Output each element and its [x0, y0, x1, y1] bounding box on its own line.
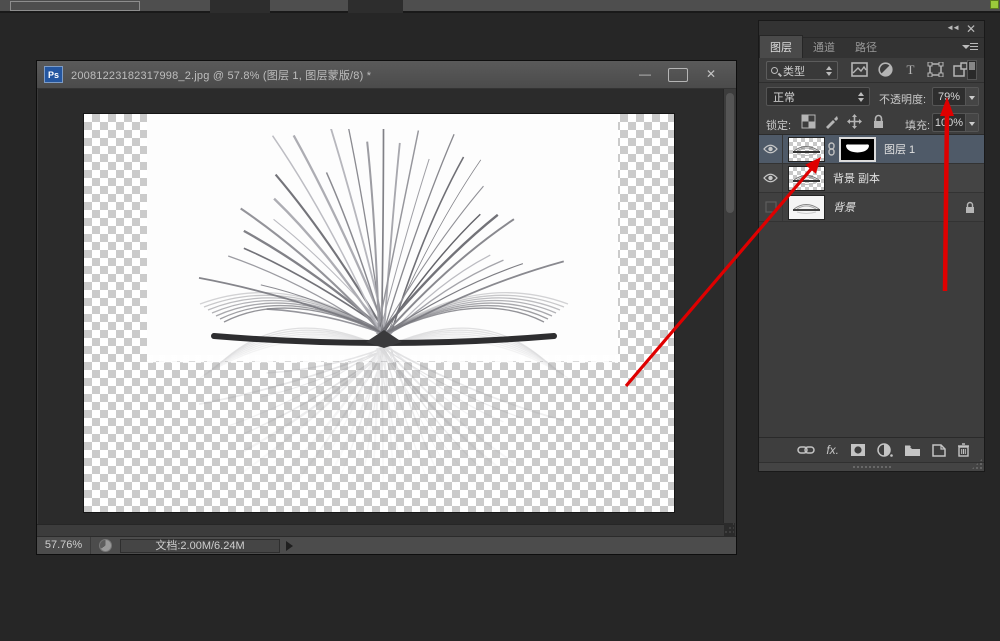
eye-icon [763, 144, 778, 154]
empty-visibility-icon [765, 201, 777, 213]
vertical-scrollbar[interactable] [723, 89, 735, 523]
mask-link-icon[interactable] [827, 142, 836, 156]
options-input-2[interactable] [348, 0, 403, 13]
status-clock-icon [99, 539, 112, 552]
lock-pixels-icon[interactable] [824, 114, 839, 129]
stepper-icon [826, 66, 833, 76]
collapse-to-icons-icon[interactable]: ◄◄ [946, 23, 958, 32]
layer-name[interactable]: 图层 1 [884, 141, 984, 157]
vertical-scrollbar-thumb[interactable] [726, 93, 734, 213]
search-icon [771, 67, 778, 74]
options-input-1[interactable] [210, 0, 270, 13]
layers-panel: ◄◄ ✕ 图层 通道 路径 类型 T 正常 [758, 20, 985, 472]
add-mask-icon[interactable] [850, 443, 866, 457]
layer-name[interactable]: 背景 副本 [833, 170, 984, 186]
blend-mode-value: 正常 [773, 89, 858, 105]
panel-resize-gutter[interactable] [759, 462, 984, 471]
blend-mode-row: 正常 不透明度: 79% [759, 83, 984, 109]
layers-panel-toolbar: fx. [759, 437, 984, 462]
panel-close-icon[interactable]: ✕ [966, 22, 976, 36]
lock-transparency-icon[interactable] [801, 114, 816, 129]
filter-type-label: 类型 [783, 63, 826, 79]
minimize-button[interactable]: — [632, 66, 658, 83]
layer-mask-thumbnail[interactable] [839, 137, 876, 162]
opacity-dropdown-icon[interactable] [965, 88, 978, 105]
layers-empty-area [759, 223, 984, 438]
blend-mode-dropdown[interactable]: 正常 [766, 87, 870, 106]
lock-all-icon[interactable] [871, 114, 886, 129]
visibility-toggle[interactable] [759, 164, 783, 192]
layer-row-layer1[interactable]: 图层 1 [759, 135, 984, 164]
panel-tabs: 图层 通道 路径 [759, 38, 984, 58]
link-layers-icon[interactable] [797, 445, 815, 455]
svg-text:T: T [907, 62, 915, 77]
photoshop-workspace: Ps 20081223182317998_2.jpg @ 57.8% (图层 1… [0, 0, 1000, 641]
visibility-toggle[interactable] [759, 193, 783, 221]
adjustment-layer-icon[interactable] [877, 443, 893, 457]
filter-type-dropdown[interactable]: 类型 [766, 61, 838, 80]
filter-shape-layers-icon[interactable] [927, 62, 944, 77]
new-layer-icon[interactable] [932, 444, 946, 457]
delete-layer-icon[interactable] [957, 443, 970, 457]
layer-row-background-copy[interactable]: 背景 副本 [759, 164, 984, 193]
gutter-grip-dots [852, 465, 892, 469]
layer-thumbnail[interactable] [788, 195, 825, 220]
tab-paths[interactable]: 路径 [845, 36, 887, 58]
document-status-bar: 57.76% 文档:2.00M/6.24M [37, 536, 736, 554]
document-window: Ps 20081223182317998_2.jpg @ 57.8% (图层 1… [36, 60, 737, 555]
fill-field[interactable]: 100% [932, 113, 979, 132]
eye-icon [763, 173, 778, 183]
lock-label: 锁定: [766, 117, 791, 133]
layer-thumbnail[interactable] [788, 137, 825, 162]
tab-layers[interactable]: 图层 [759, 35, 803, 58]
tab-channels[interactable]: 通道 [803, 36, 845, 58]
fill-dropdown-icon[interactable] [965, 114, 978, 131]
cursor-artifact [990, 0, 999, 9]
lock-row: 锁定: 填充: 100% [759, 109, 984, 135]
options-bar [0, 0, 1000, 13]
fill-value: 100% [933, 117, 965, 129]
filter-pixel-layers-icon[interactable] [851, 62, 868, 77]
options-field[interactable] [10, 1, 140, 11]
filter-adjustment-layers-icon[interactable] [877, 62, 894, 77]
opacity-field[interactable]: 79% [932, 87, 979, 106]
document-size-info: 文档:2.00M/6.24M [120, 539, 280, 553]
stepper-icon [858, 92, 865, 102]
horizontal-scrollbar[interactable] [37, 524, 724, 536]
zoom-level-field[interactable]: 57.76% [37, 537, 91, 554]
layer-lock-icon [964, 201, 976, 214]
layers-list: 图层 1 背景 副本 背景 [759, 135, 984, 223]
maximize-button[interactable] [668, 68, 688, 82]
new-group-icon[interactable] [904, 444, 921, 457]
filter-type-layers-icon[interactable]: T [902, 62, 919, 77]
status-flyout-arrow-icon[interactable] [286, 541, 293, 551]
document-title: 20081223182317998_2.jpg @ 57.8% (图层 1, 图… [71, 67, 371, 83]
panel-menu-icon[interactable] [962, 42, 978, 53]
fill-label: 填充: [905, 117, 930, 133]
opacity-label: 不透明度: [879, 91, 926, 107]
canvas[interactable] [84, 114, 674, 512]
layer-style-icon[interactable]: fx. [826, 443, 839, 457]
close-button[interactable]: ✕ [698, 66, 724, 83]
photoshop-file-icon: Ps [44, 66, 63, 83]
book-image [124, 129, 644, 499]
layer-filter-row: 类型 T [759, 58, 984, 83]
layer-name[interactable]: 背景 [833, 199, 964, 215]
lock-position-icon[interactable] [847, 114, 862, 129]
layer-row-background[interactable]: 背景 [759, 193, 984, 222]
filter-switch-toggle[interactable] [967, 60, 977, 80]
layer-thumbnail[interactable] [788, 166, 825, 191]
opacity-value: 79% [933, 91, 965, 103]
document-titlebar[interactable]: Ps 20081223182317998_2.jpg @ 57.8% (图层 1… [37, 61, 736, 89]
visibility-toggle[interactable] [759, 135, 783, 163]
